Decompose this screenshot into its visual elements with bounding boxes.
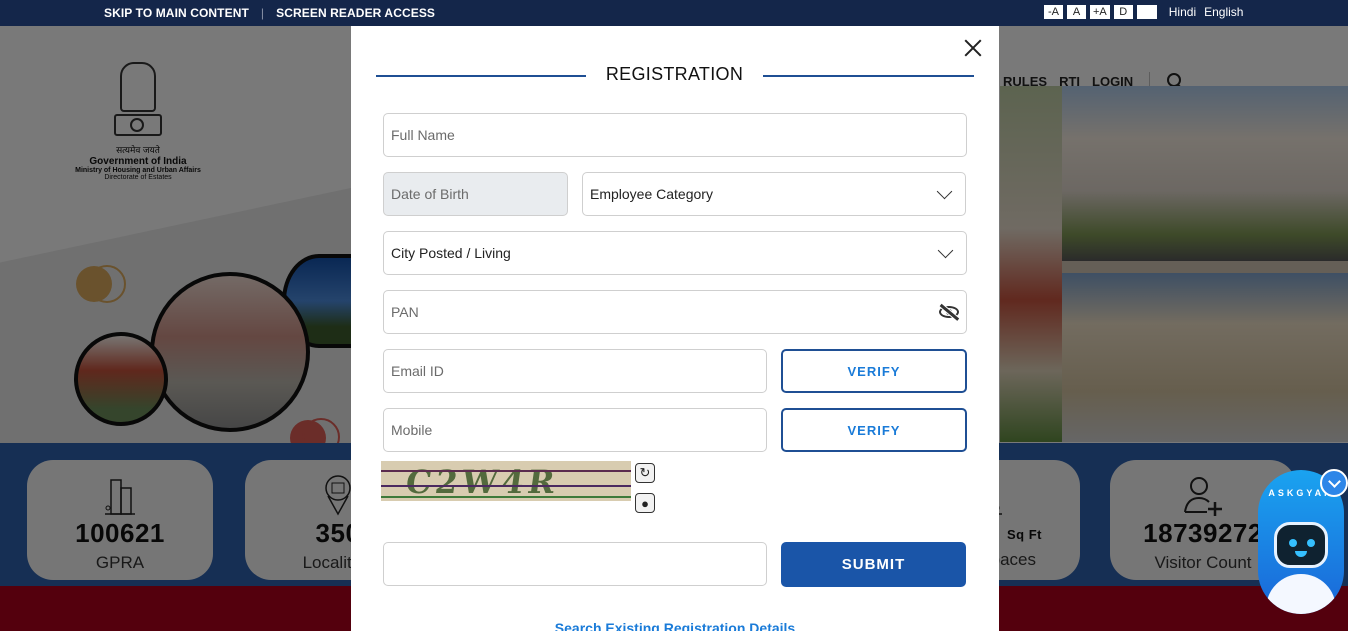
submit-button[interactable]: SUBMIT	[781, 542, 966, 587]
full-name-input[interactable]	[391, 127, 959, 143]
top-utility-bar: SKIP TO MAIN CONTENT | SCREEN READER ACC…	[0, 0, 1348, 26]
employee-category-value: Employee Category	[590, 186, 713, 202]
eye-slash-icon[interactable]	[938, 304, 959, 321]
screen-reader-access-link[interactable]: SCREEN READER ACCESS	[276, 6, 435, 20]
employee-category-select[interactable]: Employee Category	[582, 172, 966, 216]
verify-email-button[interactable]: VERIFY	[781, 349, 967, 393]
verify-mobile-button[interactable]: VERIFY	[781, 408, 967, 452]
font-language-controls: -A A +A D Hindi English	[1044, 5, 1243, 19]
city-select[interactable]: City Posted / Living	[383, 231, 967, 275]
title-rule	[763, 75, 974, 77]
email-field[interactable]	[383, 349, 767, 393]
language-english[interactable]: English	[1204, 5, 1243, 19]
mobile-input[interactable]	[391, 422, 759, 438]
robot-icon	[1274, 522, 1328, 568]
captcha-input[interactable]	[391, 556, 759, 572]
audio-captcha-icon[interactable]: ●	[635, 493, 655, 513]
captcha-image: C2W4R	[381, 461, 631, 501]
decrease-font-button[interactable]: -A	[1044, 5, 1063, 19]
pan-field[interactable]	[383, 290, 967, 334]
modal-header: REGISTRATION	[376, 64, 974, 88]
dob-input[interactable]	[391, 186, 560, 202]
accessibility-links: SKIP TO MAIN CONTENT | SCREEN READER ACC…	[104, 6, 435, 20]
dark-mode-button[interactable]: D	[1113, 5, 1133, 19]
chevron-down-icon	[937, 242, 954, 258]
close-icon[interactable]	[963, 38, 983, 58]
title-rule	[376, 75, 586, 77]
light-mode-button[interactable]	[1136, 5, 1157, 19]
chevron-down-icon	[936, 183, 953, 199]
captcha-field[interactable]	[383, 542, 767, 586]
refresh-captcha-icon[interactable]: ↻	[635, 463, 655, 483]
modal-title: REGISTRATION	[605, 64, 744, 84]
separator: |	[260, 6, 265, 20]
chevron-down-icon[interactable]	[1320, 469, 1348, 497]
normal-font-button[interactable]: A	[1067, 5, 1086, 19]
city-value: City Posted / Living	[391, 245, 511, 261]
mobile-field[interactable]	[383, 408, 767, 452]
dob-field[interactable]	[383, 172, 568, 216]
language-hindi[interactable]: Hindi	[1169, 5, 1196, 19]
robot-body	[1266, 574, 1336, 614]
skip-to-main-content-link[interactable]: SKIP TO MAIN CONTENT	[104, 6, 249, 20]
registration-modal: REGISTRATION Employee Category City Post…	[351, 26, 999, 631]
pan-input[interactable]	[391, 304, 938, 320]
search-existing-registration-link[interactable]: Search Existing Registration Details	[351, 620, 999, 631]
increase-font-button[interactable]: +A	[1090, 5, 1110, 19]
email-input[interactable]	[391, 363, 759, 379]
full-name-field[interactable]	[383, 113, 967, 157]
